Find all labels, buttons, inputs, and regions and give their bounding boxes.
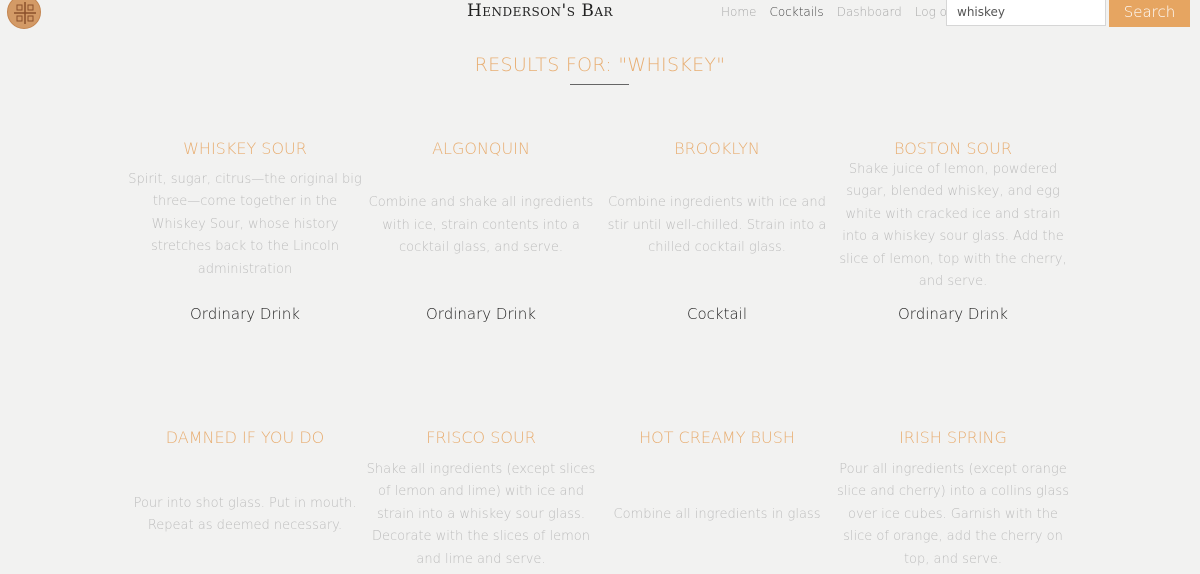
cocktail-name[interactable]: Boston Sour xyxy=(835,139,1071,158)
cocktail-description: Combine ingredients with ice and stir un… xyxy=(607,195,827,256)
cocktail-description: Pour all ingredients (except orange slic… xyxy=(837,461,1069,567)
search-button[interactable]: Search xyxy=(1109,0,1190,27)
navbar: Henderson's Bar Home Cocktails Dashboard… xyxy=(0,0,1200,30)
cocktail-description: Spirit, sugar, citrus—the original big t… xyxy=(128,171,362,277)
cocktail-description: Shake all ingredients (except slices of … xyxy=(366,461,596,567)
nav-dashboard-link[interactable]: Dashboard xyxy=(837,5,902,19)
cocktail-name[interactable]: Brooklyn xyxy=(599,139,835,158)
cocktail-category: Ordinary Drink xyxy=(898,305,1008,323)
cocktail-name[interactable]: Irish Spring xyxy=(835,428,1071,447)
search-input[interactable] xyxy=(946,0,1106,26)
cocktail-description: Pour into shot glass. Put in mouth. Repe… xyxy=(133,495,357,534)
nav-home-link[interactable]: Home xyxy=(721,5,756,19)
cocktail-description: Shake juice of lemon, powdered sugar, bl… xyxy=(839,161,1067,290)
cocktail-name[interactable]: Frisco Sour xyxy=(363,428,599,447)
nav-cocktails-link[interactable]: Cocktails xyxy=(769,5,823,19)
cocktail-category: Ordinary Drink xyxy=(190,305,300,323)
cocktail-description: Combine all ingredients in glass xyxy=(613,506,821,522)
cocktail-name[interactable]: Algonquin xyxy=(363,139,599,158)
results-heading: Results for: "whiskey" xyxy=(474,54,726,76)
cocktail-name[interactable]: Hot Creamy Bush xyxy=(599,428,835,447)
cocktail-name[interactable]: Whiskey Sour xyxy=(127,139,363,158)
cocktail-name[interactable]: Damned if you do xyxy=(127,428,363,447)
cocktail-category: Ordinary Drink xyxy=(426,305,536,323)
main-nav: Home Cocktails Dashboard Log out xyxy=(721,5,959,19)
cocktail-description: Combine and shake all ingredients with i… xyxy=(368,195,594,256)
cocktail-category: Cocktail xyxy=(687,305,747,323)
heading-divider xyxy=(570,84,629,85)
